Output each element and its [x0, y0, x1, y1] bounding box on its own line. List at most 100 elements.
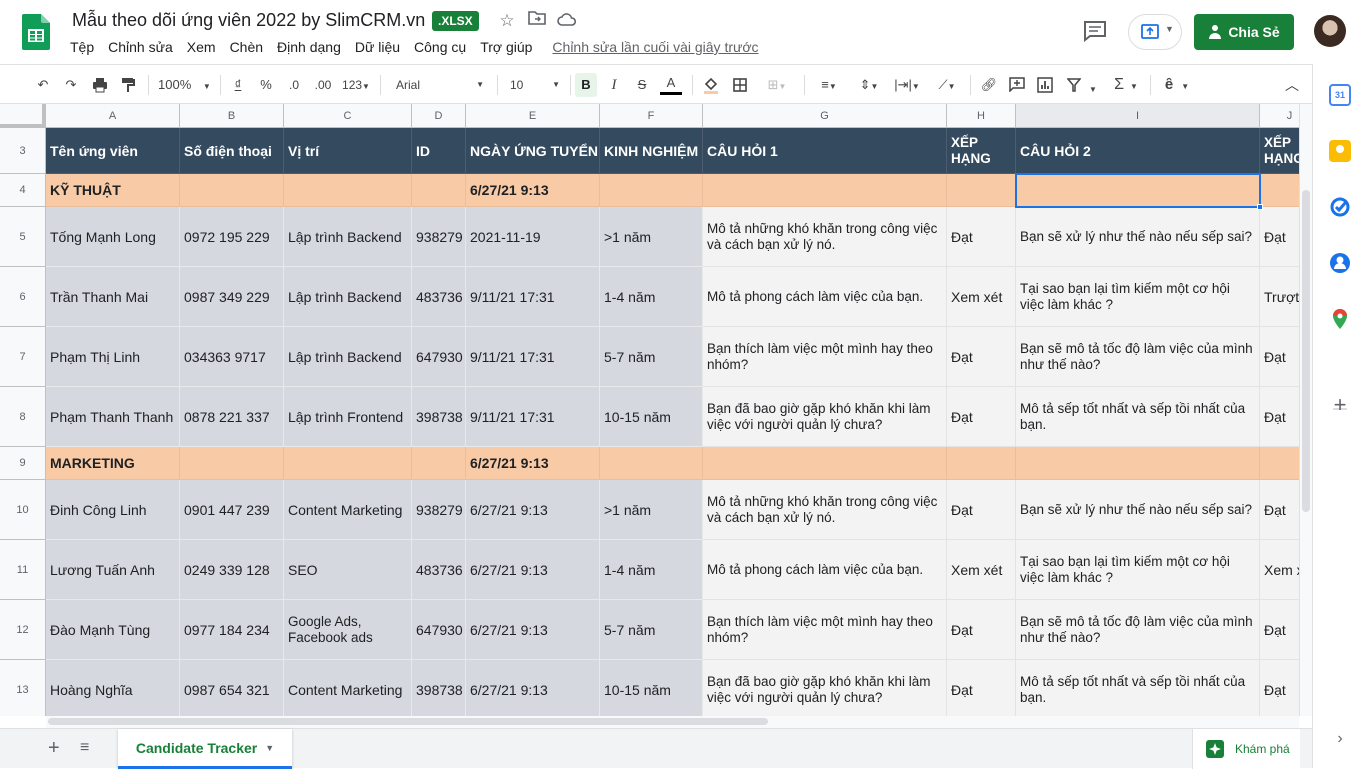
header-cell-question-1[interactable]: CÂU HỎI 1 — [703, 128, 947, 174]
menu-insert[interactable]: Chèn — [230, 39, 263, 55]
row-header[interactable]: 3 — [0, 128, 46, 174]
section-cell-experience[interactable] — [600, 447, 703, 480]
cell-position[interactable]: Google Ads, Facebook ads — [284, 600, 412, 660]
row-header[interactable]: 10 — [0, 480, 46, 540]
all-sheets-icon[interactable]: ≡ — [80, 739, 89, 757]
text-color-button[interactable]: A — [660, 73, 682, 95]
cell-question-1[interactable]: Bạn đã bao giờ gặp khó khăn khi làm việc… — [703, 660, 947, 716]
user-avatar[interactable] — [1314, 15, 1346, 47]
header-cell-experience[interactable]: KINH NGHIỆM — [600, 128, 703, 174]
cell-id[interactable]: 647930 — [412, 327, 466, 387]
section-cell-name[interactable]: KỸ THUẬT — [46, 174, 180, 207]
cell-experience[interactable]: 10-15 năm — [600, 660, 703, 716]
cell-question-2[interactable]: Bạn sẽ mô tả tốc độ làm việc của mình nh… — [1016, 327, 1260, 387]
cell-rank-1[interactable]: Xem xét — [947, 267, 1016, 327]
cell-id[interactable]: 647930 — [412, 600, 466, 660]
cell-rank-2[interactable]: Đạt — [1260, 480, 1299, 540]
keep-icon[interactable] — [1329, 140, 1351, 162]
vertical-scrollbar[interactable] — [1299, 104, 1312, 716]
decrease-decimal-button[interactable]: .0 — [282, 73, 306, 97]
column-header-g[interactable]: G — [703, 104, 947, 128]
spreadsheet-grid[interactable]: A B C D E F G H I J 3 Tên ứng viên Số điện thoại Vị t… — [0, 104, 1299, 716]
cell-question-1[interactable]: Mô tả phong cách làm việc của bạn. — [703, 540, 947, 600]
column-header-d[interactable]: D — [412, 104, 466, 128]
header-cell-rank-2[interactable]: XẾP HẠNG — [1260, 128, 1299, 174]
cell-experience[interactable]: 1-4 năm — [600, 540, 703, 600]
menu-edit[interactable]: Chỉnh sửa — [108, 39, 173, 55]
star-icon[interactable]: ☆ — [496, 10, 518, 32]
cell-question-1[interactable]: Bạn thích làm việc một mình hay theo nhó… — [703, 327, 947, 387]
cell-experience[interactable]: 1-4 năm — [600, 267, 703, 327]
cell-question-2[interactable]: Bạn sẽ xử lý như thế nào nếu sếp sai? — [1016, 480, 1260, 540]
column-header-f[interactable]: F — [600, 104, 703, 128]
menu-view[interactable]: Xem — [187, 39, 216, 55]
explore-button[interactable]: Khám phá — [1192, 729, 1300, 769]
cell-experience[interactable]: 5-7 năm — [600, 600, 703, 660]
section-cell-question-2[interactable] — [1016, 447, 1260, 480]
undo-icon[interactable]: ↶ — [33, 73, 53, 97]
move-folder-icon[interactable] — [526, 10, 548, 32]
text-rotation-icon[interactable]: ⟋▼ — [930, 73, 964, 97]
section-cell-rank-1[interactable] — [947, 174, 1016, 207]
font-family-select[interactable]: Arial ▼ — [396, 73, 488, 97]
row-header[interactable]: 13 — [0, 660, 46, 716]
section-cell-applied-date[interactable]: 6/27/21 9:13 — [466, 447, 600, 480]
cell-rank-2[interactable]: Đạt — [1260, 600, 1299, 660]
row-header[interactable]: 11 — [0, 540, 46, 600]
cell-position[interactable]: SEO — [284, 540, 412, 600]
cell-applied-date[interactable]: 9/11/21 17:31 — [466, 327, 600, 387]
tasks-icon[interactable] — [1329, 196, 1351, 218]
header-cell-applied-date[interactable]: NGÀY ỨNG TUYỂN — [466, 128, 600, 174]
cell-rank-1[interactable]: Đạt — [947, 600, 1016, 660]
cell-phone[interactable]: 0977 184 234 — [180, 600, 284, 660]
column-header-i[interactable]: I — [1016, 104, 1260, 128]
cell-question-1[interactable]: Bạn đã bao giờ gặp khó khăn khi làm việc… — [703, 387, 947, 447]
cell-phone[interactable]: 0249 339 128 — [180, 540, 284, 600]
merge-cells-icon[interactable]: ⊞▼ — [760, 73, 794, 97]
row-header[interactable]: 4 — [0, 174, 46, 207]
section-cell-question-2[interactable] — [1016, 174, 1260, 207]
cell-position[interactable]: Lập trình Backend — [284, 207, 412, 267]
last-edit-link[interactable]: Chỉnh sửa lần cuối vài giây trước — [552, 39, 758, 55]
column-header-e[interactable]: E — [466, 104, 600, 128]
cell-rank-1[interactable]: Đạt — [947, 387, 1016, 447]
add-sheet-icon[interactable]: + — [48, 737, 60, 760]
filter-icon[interactable]: ▼ — [1064, 73, 1100, 97]
cell-name[interactable]: Đào Mạnh Tùng — [46, 600, 180, 660]
cell-experience[interactable]: 5-7 năm — [600, 327, 703, 387]
percent-format-button[interactable]: % — [256, 73, 276, 97]
column-header-h[interactable]: H — [947, 104, 1016, 128]
cell-rank-2[interactable]: Đạt — [1260, 660, 1299, 716]
section-cell-id[interactable] — [412, 174, 466, 207]
cell-applied-date[interactable]: 6/27/21 9:13 — [466, 540, 600, 600]
functions-icon[interactable]: Σ ▼ — [1108, 73, 1144, 97]
cell-question-1[interactable]: Bạn thích làm việc một mình hay theo nhó… — [703, 600, 947, 660]
cell-rank-2[interactable]: Đạt — [1260, 387, 1299, 447]
row-header[interactable]: 9 — [0, 447, 46, 480]
print-icon[interactable] — [90, 73, 110, 97]
cell-experience[interactable]: >1 năm — [600, 207, 703, 267]
collapse-menus-icon[interactable]: ︿ — [1282, 73, 1302, 97]
section-cell-question-1[interactable] — [703, 447, 947, 480]
cell-rank-1[interactable]: Xem xét — [947, 540, 1016, 600]
italic-button[interactable]: I — [604, 73, 624, 97]
column-header-j[interactable]: J — [1260, 104, 1299, 128]
cloud-status-icon[interactable] — [556, 10, 578, 32]
cell-question-2[interactable]: Tại sao bạn lại tìm kiếm một cơ hội việc… — [1016, 540, 1260, 600]
cell-name[interactable]: Hoàng Nghĩa — [46, 660, 180, 716]
text-wrapping-icon[interactable]: |⇥|▼ — [890, 73, 924, 97]
cell-phone[interactable]: 0972 195 229 — [180, 207, 284, 267]
section-cell-id[interactable] — [412, 447, 466, 480]
cell-rank-2[interactable]: Xem x — [1260, 540, 1299, 600]
horizontal-align-icon[interactable]: ≡▼ — [812, 73, 846, 97]
column-header-b[interactable]: B — [180, 104, 284, 128]
section-cell-applied-date[interactable]: 6/27/21 9:13 — [466, 174, 600, 207]
menu-tools[interactable]: Công cụ — [414, 39, 466, 55]
section-cell-rank-1[interactable] — [947, 447, 1016, 480]
sheets-logo-icon[interactable] — [22, 14, 50, 50]
menu-help[interactable]: Trợ giúp — [480, 39, 532, 55]
cell-id[interactable]: 398738 — [412, 387, 466, 447]
cell-name[interactable]: Đinh Công Linh — [46, 480, 180, 540]
row-header[interactable]: 7 — [0, 327, 46, 387]
section-cell-position[interactable] — [284, 447, 412, 480]
